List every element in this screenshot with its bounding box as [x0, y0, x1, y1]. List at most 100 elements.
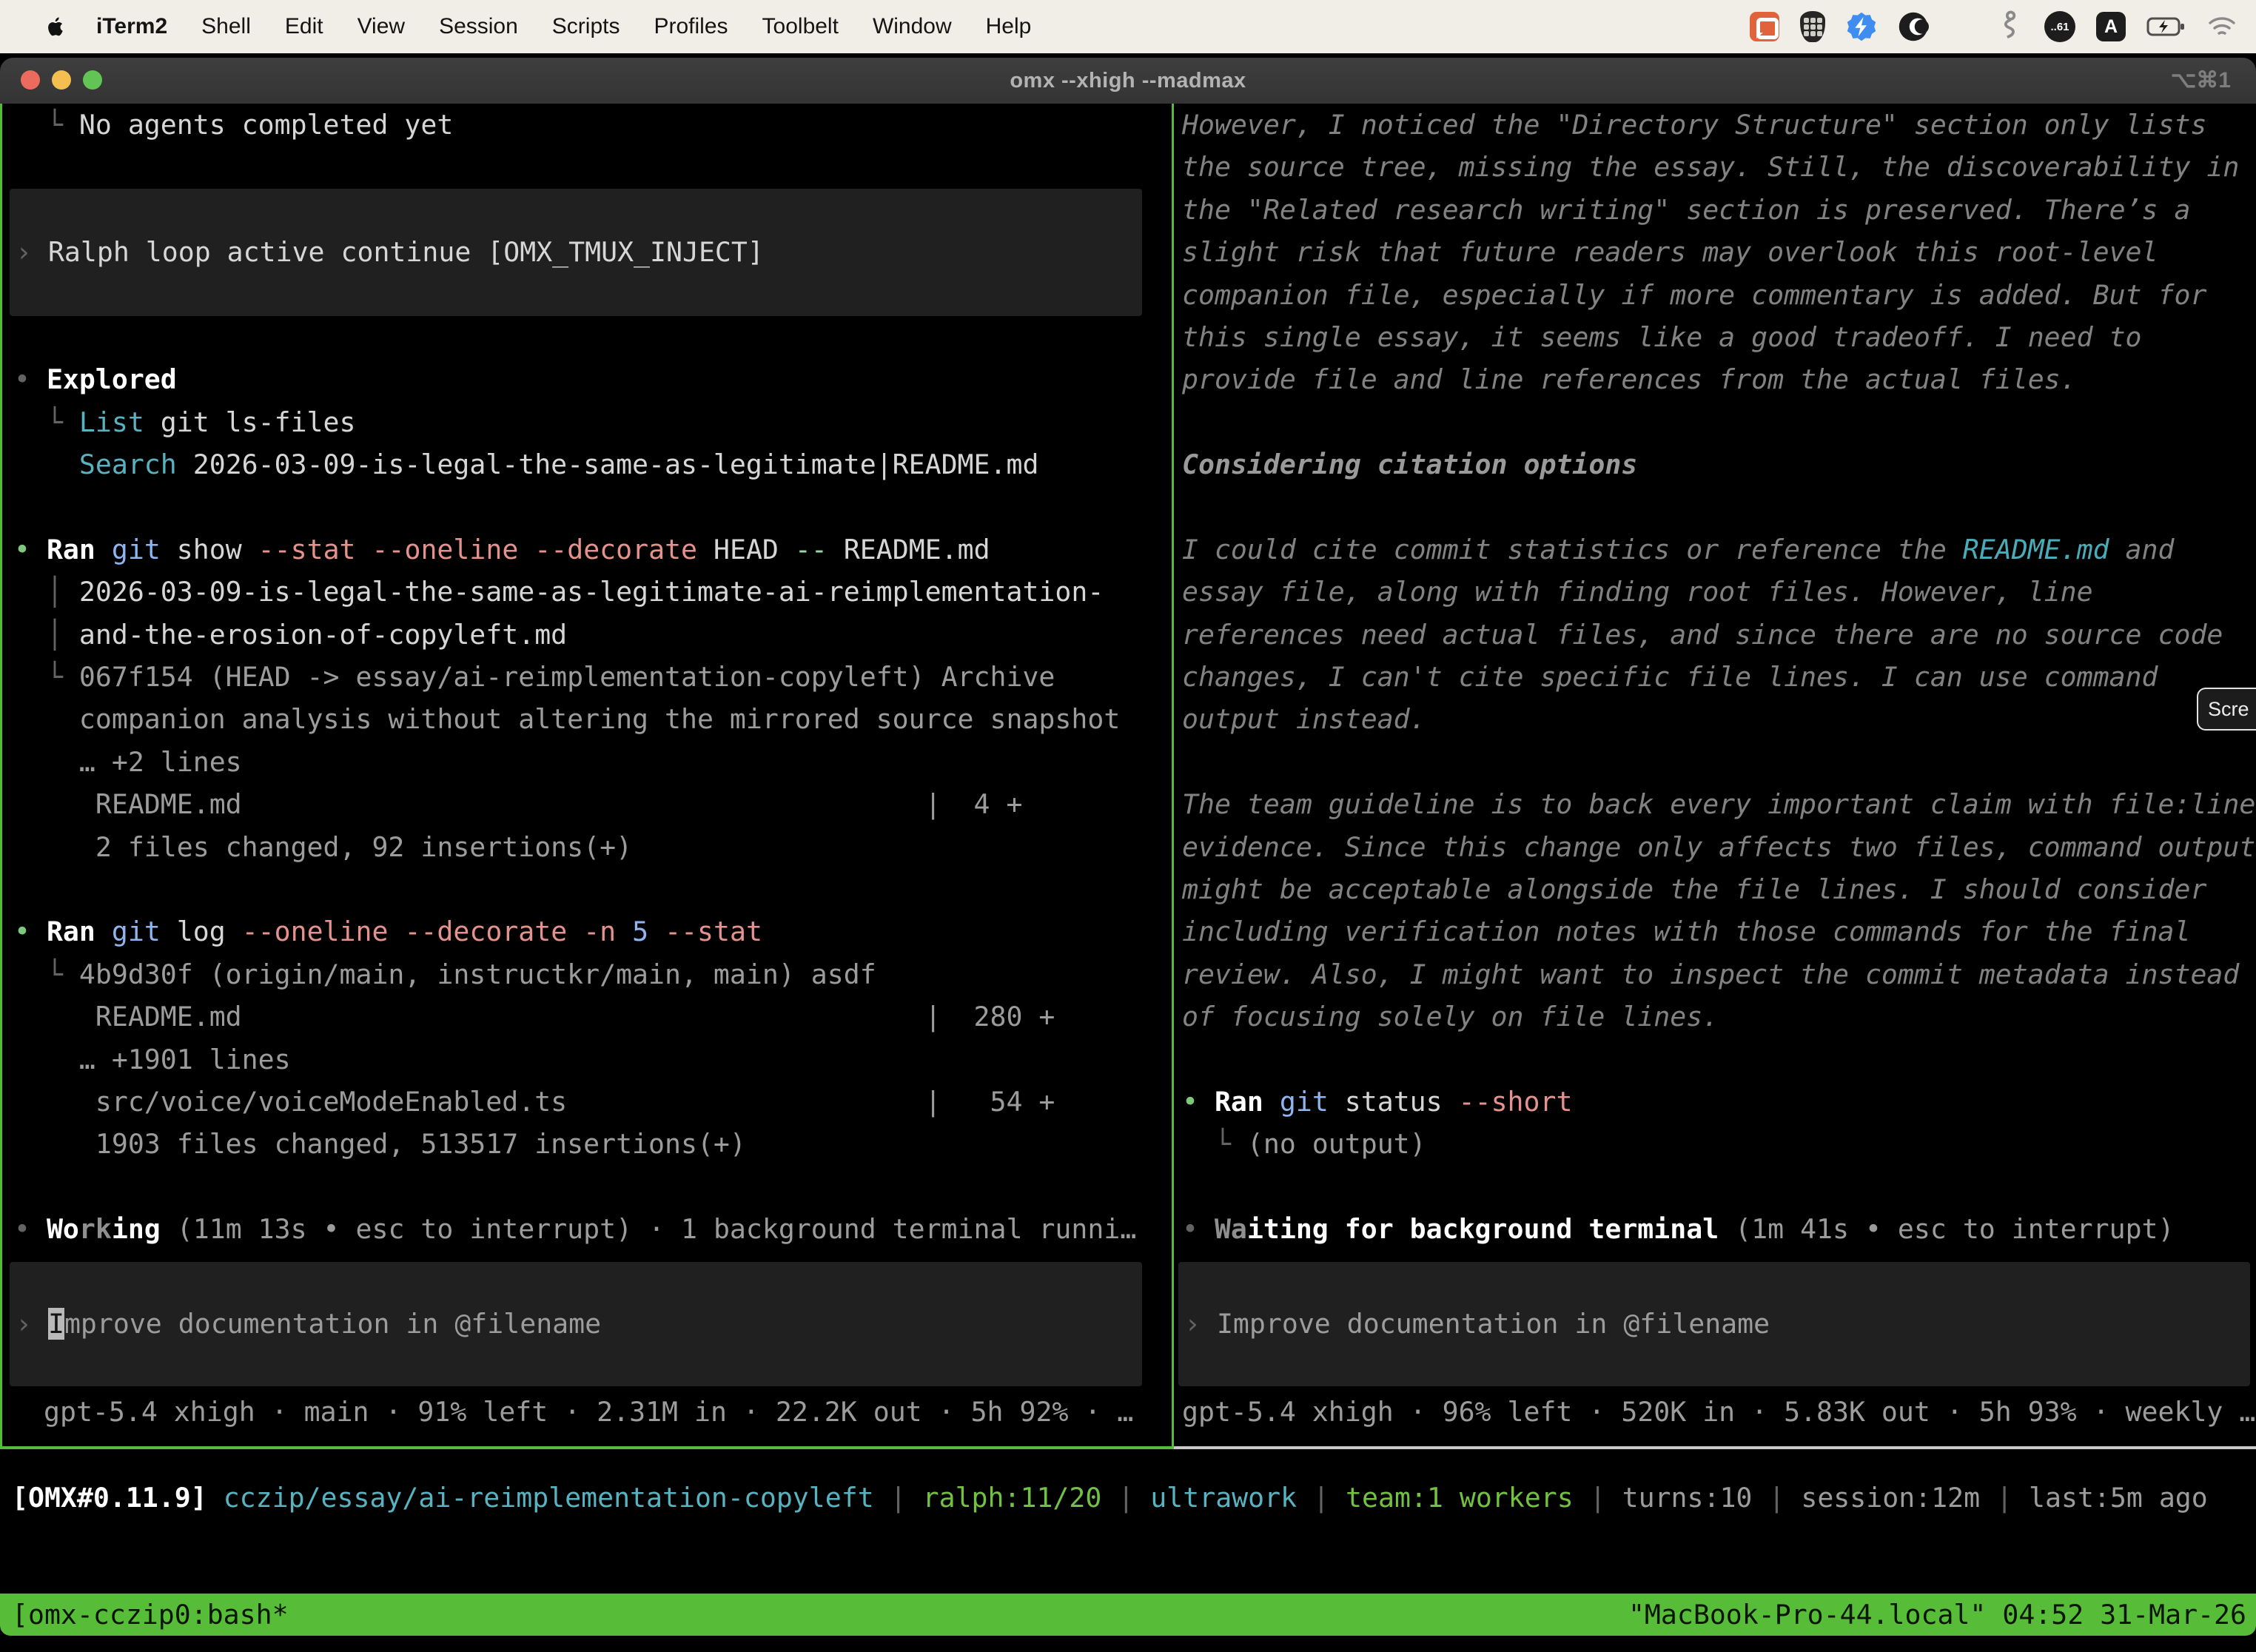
terminal-line: The team guideline is to back every impo…: [1182, 783, 2256, 825]
terminal-line: • Explored: [14, 358, 1172, 400]
menu-bar: iTerm2 Shell Edit View Session Scripts Profile…: [0, 0, 2256, 53]
left-session-footer: gpt-5.4 xhigh · main · 91% left · 2.31M …: [14, 1391, 1172, 1433]
battery-icon[interactable]: [2146, 16, 2186, 37]
terminal-line: [OMX#0.11.9] cczip/essay/ai-reimplementa…: [12, 1477, 2256, 1519]
terminal-line: [1182, 486, 2256, 528]
left-agent-status-lines: └ No agents completed yet: [14, 104, 1172, 189]
right-prompt-input[interactable]: › Improve documentation in @filename: [1178, 1262, 2250, 1386]
terminal-line: [1182, 1038, 2256, 1081]
terminal-line: └ List git ls-files: [14, 401, 1172, 443]
menu-item-iterm2[interactable]: iTerm2: [96, 14, 167, 39]
shield-icon[interactable]: [1800, 11, 1825, 42]
menu-status-icons: ..61 A: [1750, 10, 2256, 43]
terminal-line: references need actual files, and since …: [1182, 614, 2256, 656]
terminal-line: src/voice/voiceModeEnabled.ts | 54 +: [14, 1081, 1172, 1123]
chat-app-icon[interactable]: [1750, 12, 1779, 41]
terminal-line: slight risk that future readers may over…: [1182, 231, 2256, 273]
terminal-line: of focusing solely on file lines.: [1182, 995, 2256, 1038]
apple-menu-icon[interactable]: [47, 16, 65, 37]
window-title-bar[interactable]: omx --xhigh --madmax ⌥⌘1: [0, 58, 2256, 104]
terminal-line: companion file, especially if more comme…: [1182, 274, 2256, 316]
terminal-line: evidence. Since this change only affects…: [1182, 826, 2256, 868]
terminal-line: Search 2026-03-09-is-legal-the-same-as-l…: [14, 443, 1172, 486]
terminal-line: 2 files changed, 92 insertions(+): [14, 826, 1172, 868]
ralph-inject-box: › Ralph loop active continue [OMX_TMUX_I…: [10, 189, 1142, 316]
dots-grid-icon[interactable]: [1950, 14, 1975, 39]
tmux-status-bar: [omx-cczip0:bash* "MacBook-Pro-44.local"…: [0, 1594, 2256, 1636]
screen-overlay-label: Scre: [2208, 698, 2249, 721]
terminal-line: review. Also, I might want to inspect th…: [1182, 953, 2256, 995]
left-prompt-input[interactable]: › Improve documentation in @filename: [10, 1262, 1142, 1386]
terminal-line: companion analysis without altering the …: [14, 698, 1172, 740]
terminal-line: • Working (11m 13s • esc to interrupt) ·…: [14, 1208, 1172, 1250]
terminal-line: └ 067f154 (HEAD -> essay/ai-reimplementa…: [14, 656, 1172, 698]
percent-circle-icon[interactable]: ..61: [2044, 11, 2075, 42]
wifi-icon[interactable]: [2207, 16, 2237, 38]
menu-item-profiles[interactable]: Profiles: [654, 14, 728, 39]
menu-item-help[interactable]: Help: [986, 14, 1032, 39]
terminal-line: … +1901 lines: [14, 1038, 1172, 1081]
terminal-line: I could cite commit statistics or refere…: [1182, 528, 2256, 571]
right-agent-log: However, I noticed the "Directory Struct…: [1182, 104, 2256, 1251]
terminal-line: provide file and line references from th…: [1182, 358, 2256, 400]
screen-overlay-chip[interactable]: Scre: [2197, 688, 2256, 731]
terminal-line: 1903 files changed, 513517 insertions(+): [14, 1123, 1172, 1165]
window-shortcut-hint: ⌥⌘1: [2171, 58, 2231, 104]
terminal-line: • Ran git status --short: [1182, 1081, 2256, 1123]
menu-item-session[interactable]: Session: [439, 14, 518, 39]
terminal-line: [14, 868, 1172, 910]
terminal-line: including verification notes with those …: [1182, 910, 2256, 953]
terminal-line: │ and-the-erosion-of-copyleft.md: [14, 614, 1172, 656]
left-prompt-text: › Improve documentation in @filename: [16, 1303, 601, 1345]
terminal-line: › Improve documentation in @filename: [1184, 1303, 1770, 1345]
terminal-line: changes, I can't cite specific file line…: [1182, 656, 2256, 698]
terminal-line: the "Related research writing" section i…: [1182, 189, 2256, 231]
terminal-line: output instead.: [1182, 698, 2256, 740]
tmux-session-label: [omx-cczip0:bash*: [12, 1594, 289, 1636]
terminal-line: gpt-5.4 xhigh · 96% left · 520K in · 5.8…: [1182, 1391, 2256, 1433]
terminal-line: [14, 486, 1172, 528]
menu-item-window[interactable]: Window: [873, 14, 952, 39]
terminal-line: • Ran git log --oneline --decorate -n 5 …: [14, 910, 1172, 953]
menu-item-shell[interactable]: Shell: [201, 14, 251, 39]
terminal-line: gpt-5.4 xhigh · main · 91% left · 2.31M …: [44, 1391, 1172, 1433]
terminal-line: • Waiting for background terminal (1m 41…: [1182, 1208, 2256, 1250]
terminal-line: └ 4b9d30f (origin/main, instructkr/main,…: [14, 953, 1172, 995]
terminal-line: this single essay, it seems like a good …: [1182, 316, 2256, 358]
menu-item-scripts[interactable]: Scripts: [552, 14, 620, 39]
terminal-line: └ No agents completed yet: [14, 104, 1172, 146]
terminal-line: … +2 lines: [14, 741, 1172, 783]
terminal-line: README.md | 280 +: [14, 995, 1172, 1038]
omx-status-line: [OMX#0.11.9] cczip/essay/ai-reimplementa…: [0, 1477, 2256, 1519]
moon-circle-icon[interactable]: [1898, 11, 1929, 42]
menu-item-toolbelt[interactable]: Toolbelt: [762, 14, 839, 39]
window-title: omx --xhigh --madmax: [0, 58, 2256, 104]
ralph-inject-line: › Ralph loop active continue [OMX_TMUX_I…: [16, 231, 764, 273]
terminal-line: › Ralph loop active continue [OMX_TMUX_I…: [16, 231, 764, 273]
a-app-icon[interactable]: A: [2096, 12, 2126, 41]
terminal-line: › Improve documentation in @filename: [16, 1303, 601, 1345]
iterm-window: omx --xhigh --madmax ⌥⌘1 └ No agents com…: [0, 58, 2256, 1636]
left-agent-log: • Explored └ List git ls-files Search 20…: [14, 316, 1172, 1251]
terminal-line: [1182, 1166, 2256, 1208]
terminal-line: • Ran git show --stat --oneline --decora…: [14, 528, 1172, 571]
menu-items: iTerm2 Shell Edit View Session Scripts Profile…: [96, 14, 1031, 39]
terminal-line: └ (no output): [1182, 1123, 2256, 1165]
terminal-line: │ 2026-03-09-is-legal-the-same-as-legiti…: [14, 571, 1172, 613]
terminal-line: the source tree, missing the essay. Stil…: [1182, 146, 2256, 188]
badge-bolt-icon[interactable]: [1846, 11, 1877, 42]
terminal-line: [14, 316, 1172, 358]
right-session-footer: gpt-5.4 xhigh · 96% left · 520K in · 5.8…: [1182, 1391, 2256, 1433]
person-squiggle-icon[interactable]: [1995, 10, 2024, 43]
terminal-line: [14, 146, 1172, 188]
terminal-line: essay file, along with finding root file…: [1182, 571, 2256, 613]
menu-item-edit[interactable]: Edit: [285, 14, 323, 39]
menu-item-view[interactable]: View: [357, 14, 405, 39]
terminal-line: However, I noticed the "Directory Struct…: [1182, 104, 2256, 146]
right-prompt-text: › Improve documentation in @filename: [1184, 1303, 1770, 1345]
left-terminal-pane[interactable]: └ No agents completed yet › Ralph loop a…: [0, 104, 1174, 1449]
right-terminal-pane[interactable]: However, I noticed the "Directory Struct…: [1174, 104, 2256, 1449]
tmux-host-clock: "MacBook-Pro-44.local" 04:52 31-Mar-26: [1628, 1594, 2246, 1636]
terminal-line: might be acceptable alongside the file l…: [1182, 868, 2256, 910]
terminal-line: Considering citation options: [1182, 443, 2256, 486]
